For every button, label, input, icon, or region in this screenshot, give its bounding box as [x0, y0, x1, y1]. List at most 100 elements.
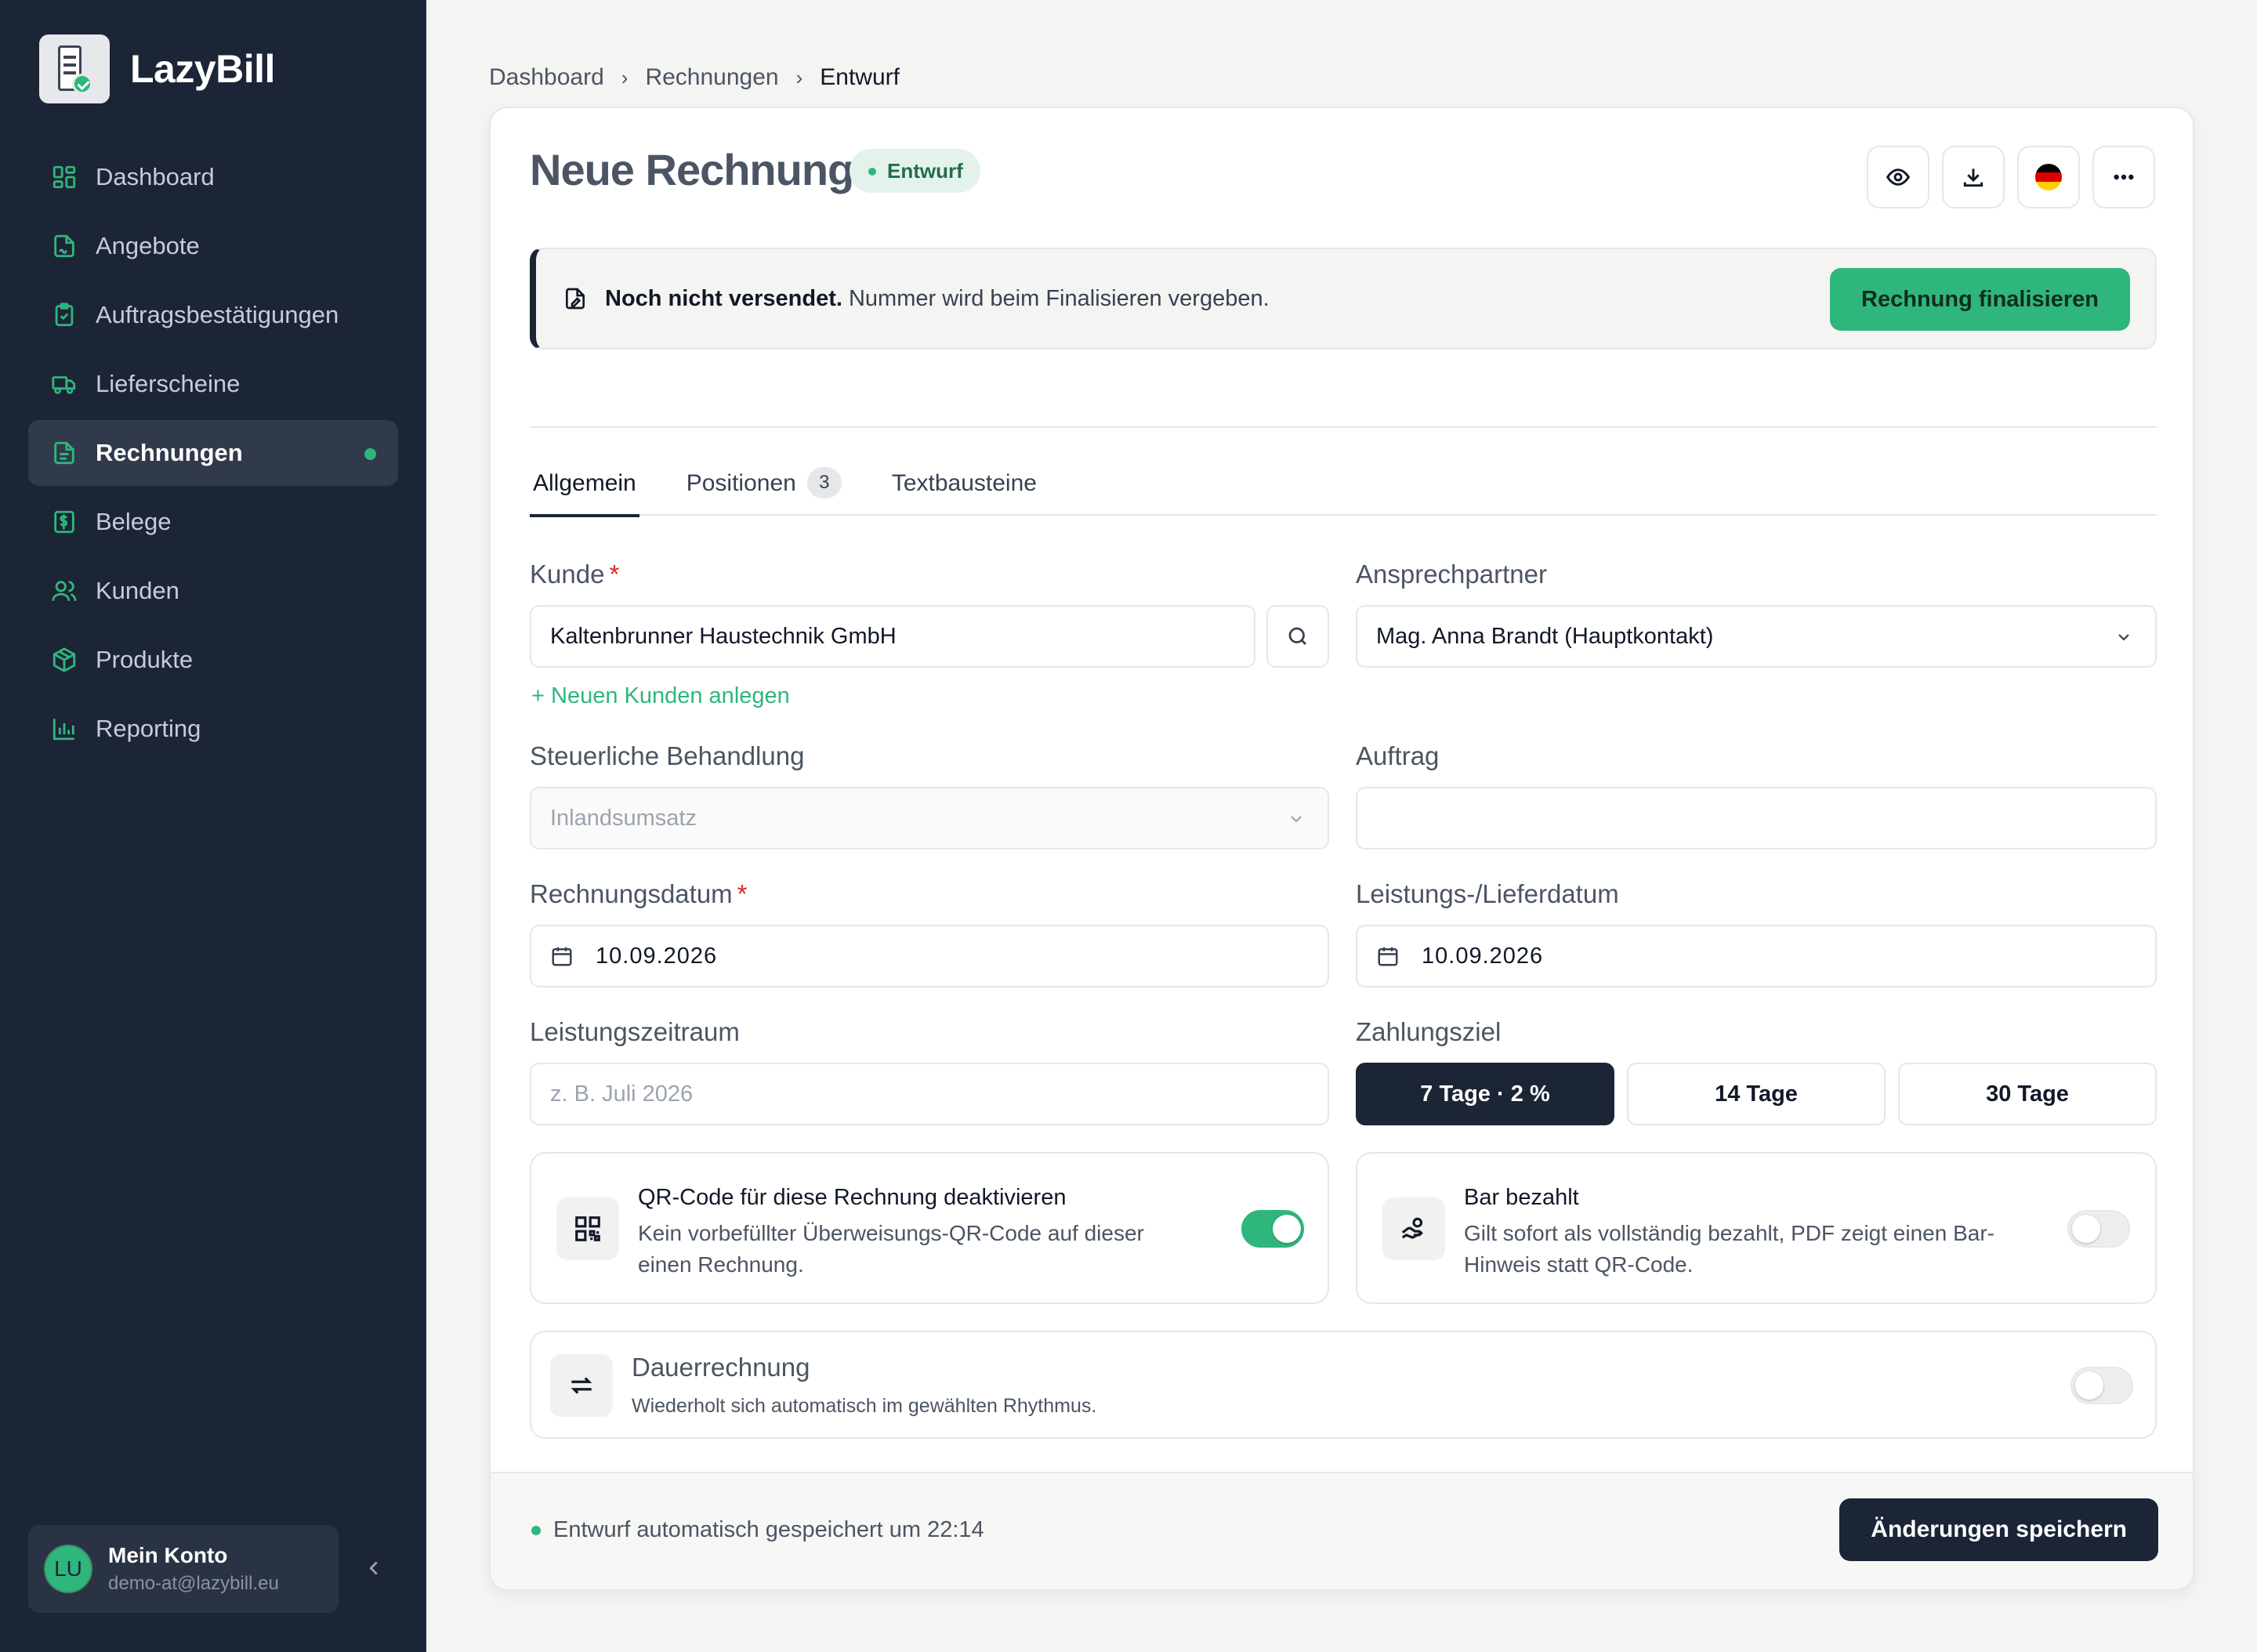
bar-chart-icon [50, 715, 78, 743]
sidebar-item-label: Auftragsbestätigungen [96, 301, 339, 328]
sidebar-item-belege[interactable]: Belege [28, 489, 398, 555]
app-logo[interactable]: LazyBill [39, 34, 275, 103]
customer-input[interactable]: Kaltenbrunner Haustechnik GmbH [530, 605, 1255, 668]
sidebar-item-label: Produkte [96, 646, 194, 673]
recurring-invoice-card: Dauerrechnung Wiederholt sich automatisc… [530, 1331, 2157, 1439]
label-text: Kunde [530, 560, 605, 589]
sidebar-item-rechnungen[interactable]: Rechnungen [28, 420, 398, 486]
hand-coins-icon [1382, 1197, 1445, 1260]
sidebar-item-produkte[interactable]: Produkte [28, 627, 398, 693]
service-period-input[interactable]: z. B. Juli 2026 [530, 1063, 1329, 1125]
preview-button[interactable] [1867, 146, 1929, 208]
required-marker: * [609, 560, 620, 589]
breadcrumb-rechnungen[interactable]: Rechnungen [645, 64, 778, 91]
package-icon [50, 646, 78, 674]
divider [530, 426, 2157, 428]
sidebar-item-label: Angebote [96, 232, 200, 259]
account-info: Mein Konto demo-at@lazybill.eu [108, 1543, 279, 1595]
cash-paid-description: Gilt sofort als vollständig bezahlt, PDF… [1464, 1221, 1994, 1277]
file-text-icon [50, 439, 78, 467]
more-options-button[interactable] [2092, 146, 2155, 208]
chevron-right-icon: › [621, 65, 629, 89]
tax-treatment-select[interactable]: Inlandsumsatz [530, 787, 1329, 850]
tab-label: Textbausteine [891, 470, 1037, 496]
contact-person-select[interactable]: Mag. Anna Brandt (Hauptkontakt) [1356, 605, 2157, 668]
delivery-date-input[interactable]: 10.09.2026 [1356, 925, 2157, 987]
chevron-down-icon [1287, 809, 1306, 828]
tab-count-badge: 3 [806, 467, 842, 498]
rechnungsdatum-label: Rechnungsdatum * [530, 879, 748, 909]
draft-notice: Noch nicht versendet. Nummer wird beim F… [530, 248, 2157, 350]
payment-term-30-days[interactable]: 30 Tage [1898, 1063, 2157, 1125]
search-icon [1288, 627, 1306, 645]
invoice-date-input[interactable]: 10.09.2026 [530, 925, 1329, 987]
payment-term-14-days[interactable]: 14 Tage [1627, 1063, 1886, 1125]
account-email: demo-at@lazybill.eu [108, 1573, 279, 1594]
link-text: Neuen Kunden anlegen [551, 683, 790, 708]
sidebar-item-angebote[interactable]: Angebote [28, 213, 398, 279]
qr-option-title: QR-Code für diese Rechnung deaktivieren [638, 1185, 1067, 1210]
cash-paid-option-card: Bar bezahlt Gilt sofort als vollständig … [1356, 1152, 2157, 1304]
chevron-right-icon: › [795, 65, 803, 89]
sidebar-item-reporting[interactable]: Reporting [28, 696, 398, 762]
language-button[interactable] [2017, 146, 2080, 208]
zahlungsziel-label: Zahlungsziel [1356, 1017, 1502, 1046]
sidebar-item-label: Lieferscheine [96, 370, 241, 397]
receipt-icon [50, 508, 78, 536]
active-indicator-dot [364, 448, 376, 460]
autosave-status: Entwurf automatisch gespeichert um 22:14 [531, 1517, 984, 1543]
ansprechpartner-label: Ansprechpartner [1356, 560, 1547, 589]
status-badge: Entwurf [850, 149, 980, 193]
tab-positionen[interactable]: Positionen 3 [683, 464, 845, 516]
sidebar: LazyBill Dashboard Angebote Auftragsbest… [0, 0, 426, 1652]
avatar: LU [44, 1545, 92, 1593]
truck-icon [50, 370, 78, 398]
sidebar-item-dashboard[interactable]: Dashboard [28, 144, 398, 210]
qr-option-description: Kein vorbefüllter Überweisungs-QR-Code a… [638, 1221, 1144, 1277]
flag-de-icon [2035, 164, 2062, 190]
order-input[interactable] [1356, 787, 2157, 850]
qr-code-icon [556, 1197, 619, 1260]
leistungszeitraum-label: Leistungszeitraum [530, 1017, 740, 1046]
notice-text: Nummer wird beim Finalisieren vergeben. [848, 285, 1270, 311]
download-icon [1963, 168, 1983, 187]
cash-paid-toggle[interactable] [2067, 1210, 2130, 1248]
calendar-icon [1378, 947, 1398, 966]
card-footer: Entwurf automatisch gespeichert um 22:14… [491, 1472, 2193, 1589]
save-changes-button[interactable]: Änderungen speichern [1839, 1498, 2158, 1561]
sidebar-item-label: Reporting [96, 715, 201, 742]
field-value: Mag. Anna Brandt (Hauptkontakt) [1376, 623, 1714, 649]
tab-bar: Allgemein Positionen 3 Textbausteine [530, 464, 2157, 517]
steuer-label: Steuerliche Behandlung [530, 741, 805, 770]
required-marker: * [737, 879, 748, 908]
cash-paid-title: Bar bezahlt [1464, 1185, 1579, 1210]
breadcrumb-dashboard[interactable]: Dashboard [489, 64, 604, 91]
repeat-icon [550, 1354, 613, 1417]
field-value: 10.09.2026 [1422, 943, 1544, 969]
breadcrumb-current: Entwurf [820, 64, 900, 90]
sidebar-item-lieferscheine[interactable]: Lieferscheine [28, 351, 398, 417]
tab-textbausteine[interactable]: Textbausteine [889, 464, 1040, 516]
customer-search-button[interactable] [1266, 605, 1329, 668]
qr-option-card: QR-Code für diese Rechnung deaktivieren … [530, 1152, 1329, 1304]
leistungsdatum-label: Leistungs-/Lieferdatum [1356, 879, 1619, 908]
new-customer-link[interactable]: + Neuen Kunden anlegen [531, 683, 790, 709]
qr-toggle[interactable] [1241, 1210, 1304, 1248]
account-name: Mein Konto [108, 1543, 228, 1567]
account-menu[interactable]: LU Mein Konto demo-at@lazybill.eu [28, 1525, 339, 1613]
finalize-invoice-button[interactable]: Rechnung finalisieren [1830, 268, 2130, 331]
sidebar-item-label: Kunden [96, 577, 179, 604]
sidebar-item-kunden[interactable]: Kunden [28, 558, 398, 624]
logo-icon [39, 34, 110, 103]
collapse-sidebar-icon[interactable] [362, 1556, 386, 1580]
chevron-down-icon [2114, 627, 2133, 646]
app-name: LazyBill [130, 47, 275, 91]
payment-term-7-days[interactable]: 7 Tage · 2 % [1356, 1063, 1614, 1125]
users-icon [50, 577, 78, 605]
sidebar-item-auftragsbestaetigungen[interactable]: Auftragsbestätigungen [28, 282, 398, 348]
recurring-invoice-toggle[interactable] [2070, 1367, 2133, 1404]
more-horizontal-icon [2114, 174, 2134, 180]
download-button[interactable] [1942, 146, 2005, 208]
tab-allgemein[interactable]: Allgemein [530, 464, 639, 517]
page-title: Neue Rechnung [530, 145, 854, 194]
